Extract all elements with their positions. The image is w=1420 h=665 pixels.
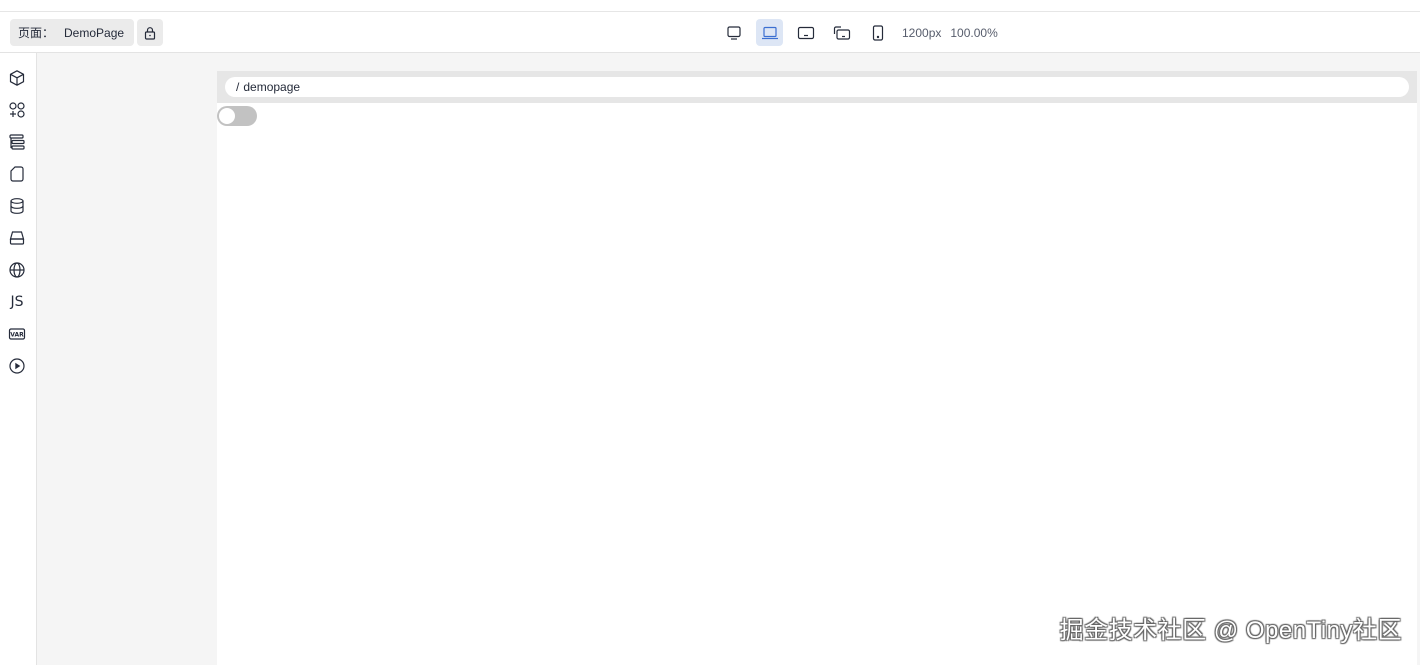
block-storage-icon	[9, 231, 25, 245]
globe-i18n-icon	[9, 262, 25, 278]
design-canvas: / demopage	[37, 53, 1420, 665]
desktop-icon	[726, 25, 741, 40]
page-selector-value: DemoPage	[64, 25, 125, 40]
component-cube-icon	[9, 70, 25, 86]
top-toolbar: 页面： DemoPage 1200px 100.00%	[0, 12, 1420, 53]
breadcrumb-separator: /	[236, 80, 240, 94]
add-component-icon	[9, 102, 25, 118]
sidebar-item-i18n[interactable]	[7, 260, 27, 280]
watermark: 掘金技术社区 @ OpenTiny社区	[1059, 617, 1402, 644]
sidebar-item-preview[interactable]	[7, 356, 27, 376]
sidebar-item-variables[interactable]: VAR	[7, 324, 27, 344]
laptop-icon	[761, 26, 778, 39]
database-icon	[10, 198, 24, 214]
breadcrumb[interactable]: / demopage	[225, 77, 1409, 97]
tablet-landscape-icon	[797, 26, 814, 39]
lock-button[interactable]	[137, 19, 163, 46]
page-selector-label: 页面：	[18, 26, 55, 40]
sidebar-item-outline[interactable]	[7, 132, 27, 152]
breadcrumb-item: demopage	[243, 80, 301, 94]
play-preview-icon	[9, 358, 25, 374]
breadcrumb-bar: / demopage	[217, 71, 1417, 103]
sidebar-item-blocks[interactable]	[7, 228, 27, 248]
phone-button[interactable]	[864, 19, 891, 46]
toggle-switch-knob	[219, 108, 235, 124]
viewport-readout: 1200px 100.00%	[902, 26, 998, 40]
page-file-icon	[10, 166, 24, 182]
width-readout: 1200px	[902, 26, 942, 40]
sidebar-item-pages[interactable]	[7, 164, 27, 184]
page-selector[interactable]: 页面： DemoPage	[10, 19, 134, 46]
desktop-button[interactable]	[720, 19, 747, 46]
device-switcher	[720, 19, 900, 46]
tablet-landscape-button[interactable]	[792, 19, 819, 46]
sidebar-item-add-component[interactable]	[7, 100, 27, 120]
lock-icon	[144, 26, 156, 40]
tablet-rotate-icon	[833, 25, 850, 40]
svg-text:VAR: VAR	[10, 332, 24, 339]
outline-tree-icon	[9, 134, 25, 150]
tablet-rotate-button[interactable]	[828, 19, 855, 46]
sidebar-item-js[interactable]: JS	[7, 292, 27, 312]
phone-icon	[872, 24, 883, 41]
toggle-switch[interactable]	[217, 106, 257, 126]
laptop-button[interactable]	[756, 19, 783, 46]
top-strip	[0, 0, 1420, 12]
page-frame[interactable]: / demopage	[217, 71, 1417, 665]
sidebar-item-datasource[interactable]	[7, 196, 27, 216]
js-code-icon: JS	[10, 294, 24, 310]
left-plugin-bar: JS VAR	[0, 53, 37, 665]
zoom-readout: 100.00%	[950, 26, 998, 40]
sidebar-item-components[interactable]	[7, 68, 27, 88]
var-icon: VAR	[8, 328, 26, 340]
